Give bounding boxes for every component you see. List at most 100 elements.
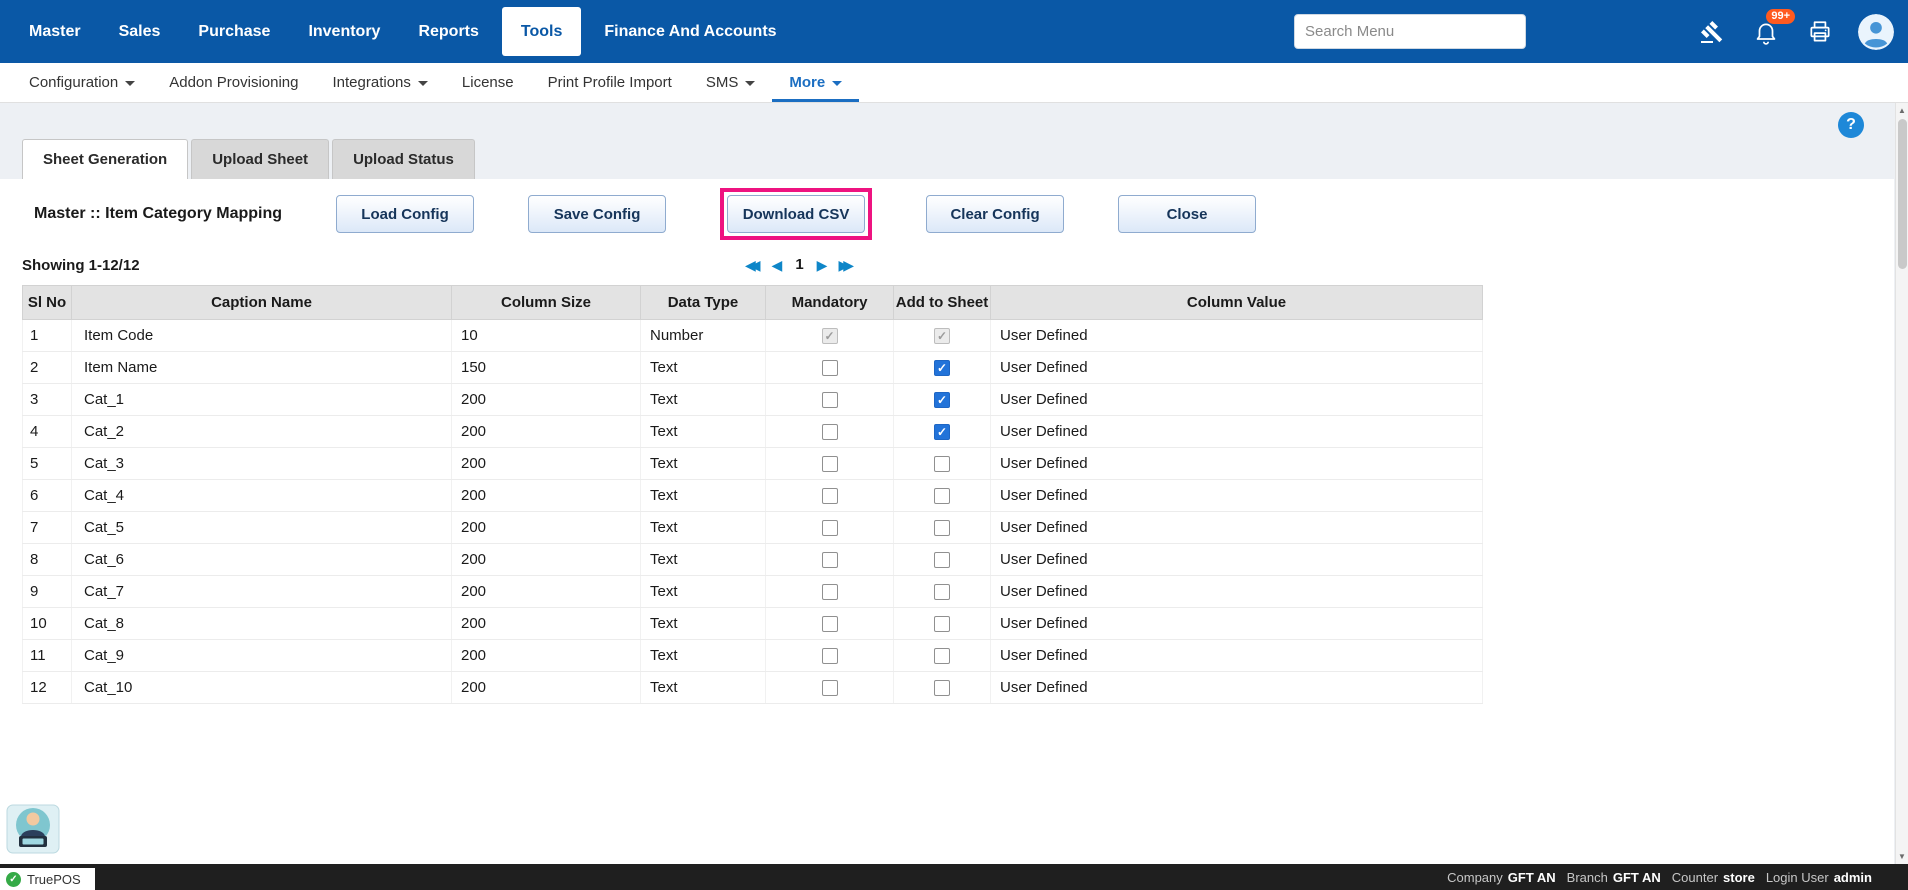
col-header-mandatory: Mandatory (766, 286, 894, 320)
subnav-item-label: SMS (706, 74, 739, 91)
col-header-sl-no: Sl No (23, 286, 72, 320)
menu-item-tools[interactable]: Tools (502, 7, 581, 56)
scroll-up-arrow[interactable]: ▲ (1896, 103, 1908, 118)
cell-caption-name: Cat_10 (72, 672, 452, 704)
mandatory-checkbox[interactable] (822, 424, 838, 440)
mandatory-checkbox[interactable] (822, 488, 838, 504)
cell-column-size: 200 (452, 544, 641, 576)
prev-page-button[interactable]: ◀ (772, 258, 783, 272)
last-page-button[interactable]: ▶▶ (838, 258, 854, 272)
gavel-icon[interactable] (1696, 16, 1728, 48)
add-to-sheet-checkbox[interactable] (934, 616, 950, 632)
current-page[interactable]: 1 (793, 256, 805, 273)
load-config-button[interactable]: Load Config (336, 195, 474, 233)
menu-item-purchase[interactable]: Purchase (179, 0, 289, 63)
subnav-item-sms[interactable]: SMS (689, 63, 773, 102)
login-user-label: Login User (1766, 870, 1829, 885)
help-button[interactable]: ? (1838, 112, 1864, 138)
mapping-table: Sl No Caption Name Column Size Data Type… (22, 285, 1483, 704)
cell-column-size: 200 (452, 576, 641, 608)
mandatory-checkbox[interactable] (822, 456, 838, 472)
subnav-item-label: Addon Provisioning (169, 74, 298, 91)
company-label: Company (1447, 870, 1503, 885)
save-config-button[interactable]: Save Config (528, 195, 666, 233)
subnav-item-configuration[interactable]: Configuration (12, 63, 152, 102)
mandatory-checkbox[interactable] (822, 392, 838, 408)
subnav-item-addon-provisioning[interactable]: Addon Provisioning (152, 63, 315, 102)
page-title: Master :: Item Category Mapping (34, 205, 282, 223)
mandatory-checkbox[interactable] (822, 328, 838, 344)
tab-upload-status[interactable]: Upload Status (332, 139, 475, 179)
add-to-sheet-checkbox[interactable] (934, 680, 950, 696)
cell-data-type: Text (641, 608, 766, 640)
chevron-down-icon (418, 81, 428, 86)
table-header-row: Sl No Caption Name Column Size Data Type… (23, 286, 1483, 320)
menu-item-finance-and-accounts[interactable]: Finance And Accounts (585, 0, 795, 63)
subnav-item-license[interactable]: License (445, 63, 531, 102)
mandatory-checkbox[interactable] (822, 552, 838, 568)
add-to-sheet-checkbox[interactable] (934, 488, 950, 504)
add-to-sheet-checkbox[interactable] (934, 552, 950, 568)
cell-column-value: User Defined (991, 672, 1483, 704)
scrollbar-thumb[interactable] (1898, 119, 1907, 269)
status-bar: Company GFT AN Branch GFT AN Counter sto… (0, 864, 1908, 890)
add-to-sheet-checkbox[interactable] (934, 648, 950, 664)
menu-item-master[interactable]: Master (10, 0, 100, 63)
close-button[interactable]: Close (1118, 195, 1256, 233)
add-to-sheet-checkbox[interactable] (934, 392, 950, 408)
counter-value: store (1723, 870, 1755, 885)
assistant-avatar[interactable] (6, 804, 60, 854)
add-to-sheet-checkbox[interactable] (934, 456, 950, 472)
subnav-item-label: More (789, 74, 825, 91)
pagination-row: Showing 1-12/12 ◀◀ ◀ 1 ▶ ▶▶ (0, 249, 1894, 285)
bell-icon[interactable]: 99+ (1750, 16, 1782, 48)
first-page-button[interactable]: ◀◀ (745, 258, 761, 272)
mandatory-checkbox[interactable] (822, 648, 838, 664)
add-to-sheet-checkbox[interactable] (934, 328, 950, 344)
subnav-item-more[interactable]: More (772, 63, 859, 102)
cell-caption-name: Cat_9 (72, 640, 452, 672)
menu-item-sales[interactable]: Sales (100, 0, 180, 63)
subnav-item-label: License (462, 74, 514, 91)
subnav-item-integrations[interactable]: Integrations (316, 63, 445, 102)
col-header-data-type: Data Type (641, 286, 766, 320)
cell-data-type: Text (641, 480, 766, 512)
col-header-add-to-sheet: Add to Sheet (894, 286, 991, 320)
tab-sheet-generation[interactable]: Sheet Generation (22, 139, 188, 179)
mandatory-checkbox[interactable] (822, 360, 838, 376)
search-input[interactable] (1294, 14, 1526, 49)
sub-nav: Configuration Addon Provisioning Integra… (0, 63, 1908, 103)
vertical-scrollbar[interactable]: ▲ ▼ (1895, 103, 1908, 864)
subnav-item-label: Print Profile Import (548, 74, 672, 91)
add-to-sheet-checkbox[interactable] (934, 424, 950, 440)
cell-sl-no: 12 (23, 672, 72, 704)
login-user-value: admin (1834, 870, 1872, 885)
mandatory-checkbox[interactable] (822, 680, 838, 696)
menu-item-reports[interactable]: Reports (399, 0, 497, 63)
cell-sl-no: 7 (23, 512, 72, 544)
mandatory-checkbox[interactable] (822, 584, 838, 600)
table-row: 11 Cat_9 200 Text User Defined (23, 640, 1483, 672)
download-csv-button[interactable]: Download CSV (727, 195, 865, 233)
menu-item-inventory[interactable]: Inventory (289, 0, 399, 63)
branch-value: GFT AN (1613, 870, 1661, 885)
add-to-sheet-checkbox[interactable] (934, 520, 950, 536)
add-to-sheet-checkbox[interactable] (934, 360, 950, 376)
scroll-down-arrow[interactable]: ▼ (1896, 849, 1908, 864)
cell-column-value: User Defined (991, 640, 1483, 672)
tab-upload-sheet[interactable]: Upload Sheet (191, 139, 329, 179)
clear-config-button[interactable]: Clear Config (926, 195, 1064, 233)
col-header-column-size: Column Size (452, 286, 641, 320)
mandatory-checkbox[interactable] (822, 520, 838, 536)
tab-bar: Sheet Generation Upload Sheet Upload Sta… (0, 103, 1908, 179)
add-to-sheet-checkbox[interactable] (934, 584, 950, 600)
mandatory-checkbox[interactable] (822, 616, 838, 632)
subnav-item-print-profile-import[interactable]: Print Profile Import (531, 63, 689, 102)
user-avatar[interactable] (1858, 14, 1894, 50)
cell-column-size: 200 (452, 512, 641, 544)
cell-data-type: Text (641, 448, 766, 480)
printer-icon[interactable] (1804, 16, 1836, 48)
cell-column-size: 200 (452, 448, 641, 480)
next-page-button[interactable]: ▶ (817, 258, 828, 272)
cell-column-size: 150 (452, 352, 641, 384)
